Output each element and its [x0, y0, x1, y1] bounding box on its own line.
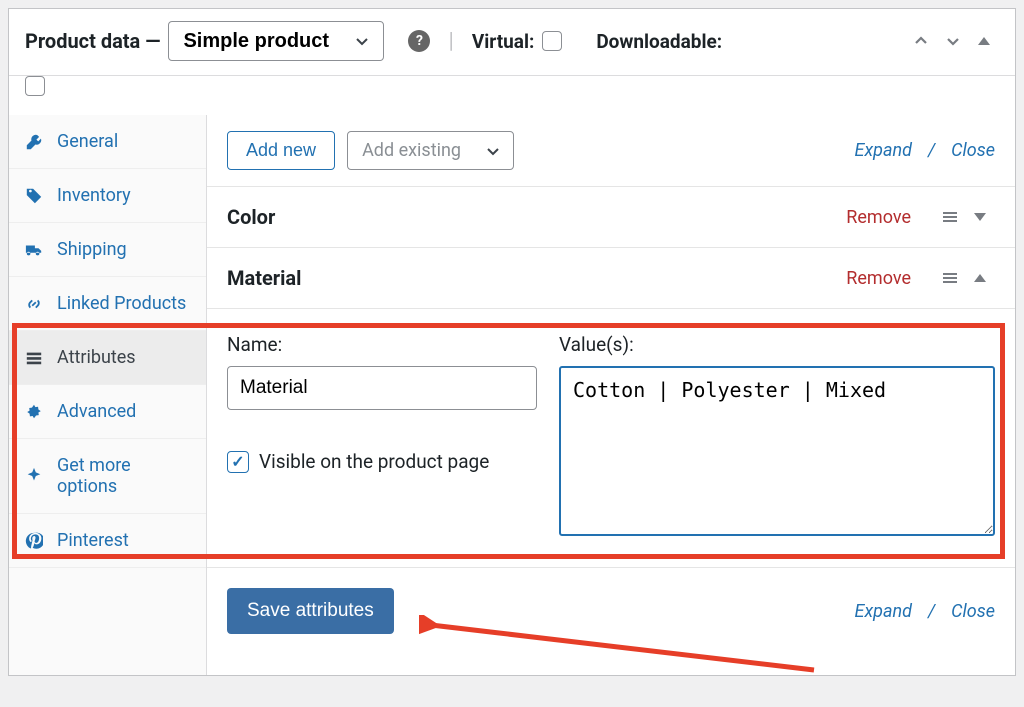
drag-handle-icon[interactable] — [941, 208, 963, 226]
collapse-panel-icon[interactable] — [977, 34, 999, 48]
tab-label: Advanced — [57, 401, 136, 422]
tab-label: Get more options — [57, 455, 190, 497]
chevron-down-icon — [485, 143, 501, 159]
tab-advanced[interactable]: Advanced — [9, 385, 206, 439]
save-attributes-button[interactable]: Save attributes — [227, 588, 394, 634]
virtual-toggle[interactable]: Virtual: — [472, 30, 562, 53]
collapse-toggle-icon[interactable] — [973, 271, 995, 285]
expand-link[interactable]: Expand — [855, 601, 912, 622]
downloadable-toggle[interactable]: Downloadable: — [596, 30, 722, 53]
values-label: Value(s): — [559, 333, 995, 356]
add-existing-placeholder: Add existing — [362, 140, 461, 161]
tab-label: Shipping — [57, 239, 127, 260]
attribute-name: Color — [227, 205, 275, 229]
list-icon — [25, 349, 45, 367]
save-row: Save attributes Expand / Close — [207, 568, 1015, 654]
tab-label: Attributes — [57, 347, 136, 368]
virtual-label: Virtual: — [472, 30, 534, 53]
wrench-icon — [25, 133, 45, 151]
attribute-row-material: Material Remove — [207, 248, 1015, 309]
drag-handle-icon[interactable] — [941, 269, 963, 287]
close-link[interactable]: Close — [951, 601, 995, 622]
help-icon[interactable]: ? — [408, 30, 430, 52]
attribute-row-color: Color Remove — [207, 187, 1015, 248]
remove-link[interactable]: Remove — [846, 268, 911, 289]
name-label: Name: — [227, 333, 537, 356]
expand-toggle-icon[interactable] — [973, 210, 995, 224]
virtual-checkbox[interactable] — [542, 31, 562, 51]
panel-header: Product data — Simple product ? | Virtua… — [9, 9, 1015, 76]
tab-label: Linked Products — [57, 293, 186, 314]
product-type-dropdown[interactable]: Simple product — [168, 21, 384, 61]
truck-icon — [25, 241, 45, 259]
downloadable-checkbox[interactable] — [25, 76, 45, 96]
visible-label: Visible on the product page — [259, 450, 489, 473]
add-new-button[interactable]: Add new — [227, 131, 335, 170]
close-link[interactable]: Close — [951, 140, 995, 161]
sparkle-icon — [25, 467, 45, 485]
tab-linked-products[interactable]: Linked Products — [9, 277, 206, 331]
attribute-values-textarea[interactable]: Cotton | Polyester | Mixed — [559, 366, 995, 536]
add-existing-dropdown[interactable]: Add existing — [347, 131, 514, 170]
visible-checkbox[interactable]: ✓ — [227, 451, 249, 473]
tab-label: Pinterest — [57, 530, 129, 551]
attribute-name: Material — [227, 266, 301, 290]
product-data-tabs: General Inventory Shipping Linked Produc… — [9, 115, 207, 675]
remove-link[interactable]: Remove — [846, 207, 911, 228]
panel-title: Product data — — [25, 29, 160, 53]
tab-attributes[interactable]: Attributes — [9, 331, 206, 385]
expand-link[interactable]: Expand — [855, 140, 912, 161]
product-data-panel: Product data — Simple product ? | Virtua… — [8, 8, 1016, 676]
move-down-icon[interactable] — [945, 33, 967, 49]
move-up-icon[interactable] — [913, 33, 935, 49]
divider: | — [448, 29, 453, 54]
attribute-name-input[interactable] — [227, 366, 537, 410]
tab-label: Inventory — [57, 185, 131, 206]
pinterest-icon — [25, 532, 45, 550]
tab-pinterest[interactable]: Pinterest — [9, 514, 206, 568]
tab-general[interactable]: General — [9, 115, 206, 169]
downloadable-label: Downloadable: — [596, 30, 722, 53]
attributes-toolbar: Add new Add existing Expand / Close — [207, 115, 1015, 187]
tab-get-more-options[interactable]: Get more options — [9, 439, 206, 514]
tab-label: General — [57, 131, 118, 152]
product-type-select[interactable]: Simple product — [168, 21, 384, 61]
gear-icon — [25, 403, 45, 421]
attribute-body-material: Name: ✓ Visible on the product page Valu… — [207, 309, 1015, 568]
attributes-content: Add new Add existing Expand / Close Colo… — [207, 115, 1015, 675]
tab-inventory[interactable]: Inventory — [9, 169, 206, 223]
tag-icon — [25, 187, 45, 205]
link-icon — [25, 295, 45, 313]
tab-shipping[interactable]: Shipping — [9, 223, 206, 277]
